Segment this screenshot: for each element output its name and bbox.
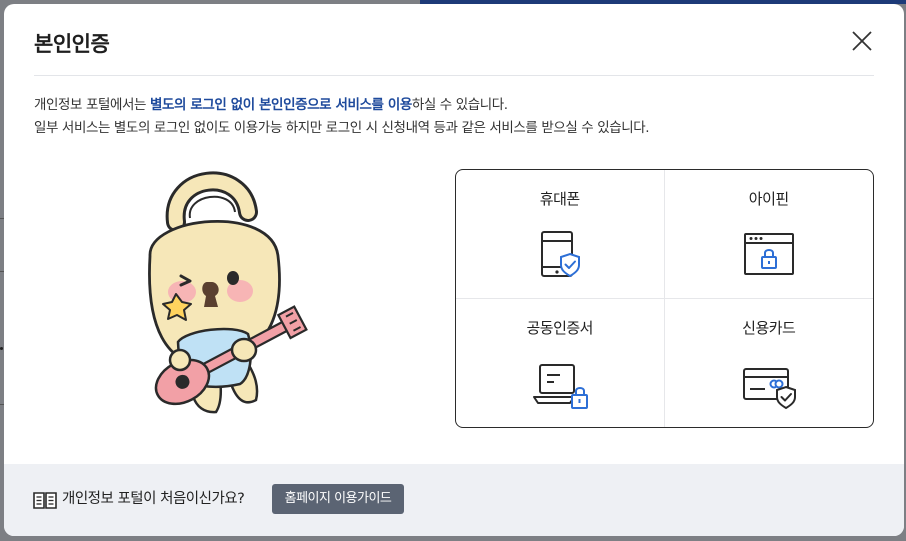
auth-option-phone[interactable]: 휴대폰 (456, 170, 665, 299)
first-visit-question: 개인정보 포털이 처음이신가요? (62, 491, 245, 507)
auth-option-label: 휴대폰 (539, 190, 580, 208)
auth-option-label: 아이핀 (748, 190, 789, 208)
modal-footer: 개인정보 포털이 처음이신가요? 홈페이지 이용가이드 (4, 464, 904, 536)
lock-mascot-illustration (134, 164, 319, 419)
modal-title: 본인인증 (34, 32, 110, 56)
auth-option-label: 신용카드 (742, 318, 796, 337)
laptop-lock-icon (532, 357, 588, 413)
homepage-guide-button[interactable]: 홈페이지 이용가이드 (272, 484, 404, 514)
background-bullet (0, 347, 3, 350)
close-icon (852, 31, 872, 51)
intro-line-1-suffix: 하실 수 있습니다. (411, 97, 508, 113)
auth-option-certificate[interactable]: 공동인증서 (456, 298, 665, 427)
book-icon (33, 491, 57, 509)
auth-method-grid: 휴대폰 아이핀 공동인증서 신용카드 (455, 169, 874, 428)
intro-line-1: 개인정보 포털에서는 별도의 로그인 없이 본인인증으로 서비스를 이용하실 수… (34, 94, 649, 117)
phone-shield-icon (532, 228, 588, 284)
identity-verification-modal: 본인인증 개인정보 포털에서는 별도의 로그인 없이 본인인증으로 서비스를 이… (4, 4, 904, 536)
intro-line-1-prefix: 개인정보 포털에서는 (34, 97, 150, 113)
close-button[interactable] (850, 29, 874, 53)
auth-option-label: 공동인증서 (526, 318, 593, 337)
card-shield-icon (741, 357, 797, 413)
intro-line-2: 일부 서비스는 별도의 로그인 없이도 이용가능 하지만 로그인 시 신청내역 … (34, 120, 650, 136)
auth-option-ipin[interactable]: 아이핀 (664, 170, 873, 299)
intro-line-1-highlight: 별도의 로그인 없이 본인인증으로 서비스를 이용 (149, 97, 412, 113)
auth-option-credit-card[interactable]: 신용카드 (665, 299, 874, 428)
browser-lock-icon (741, 228, 797, 284)
intro-text: 개인정보 포털에서는 별도의 로그인 없이 본인인증으로 서비스를 이용하실 수… (34, 94, 650, 140)
modal-header: 본인인증 (34, 4, 874, 76)
